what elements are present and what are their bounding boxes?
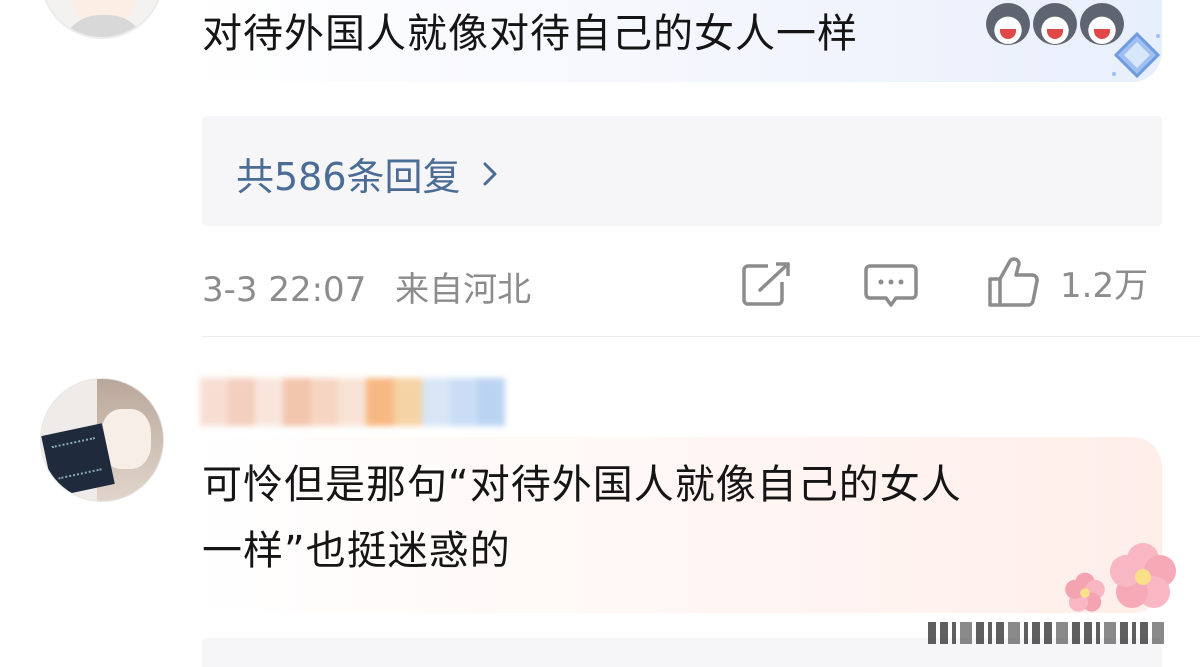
username-redacted[interactable] [200, 378, 506, 426]
commenter-avatar[interactable] [40, 378, 164, 502]
view-replies-label: 共586条回复 [236, 155, 461, 199]
comment-line: 一样”也挺迷惑的 [202, 528, 511, 574]
like-button[interactable]: 1.2万 [986, 252, 1166, 312]
like-count: 1.2万 [1060, 265, 1149, 306]
comment-divider [202, 336, 1200, 337]
comment-text: 可怜但是那句“对待外国人就像自己的女人 一样”也挺迷惑的 [202, 452, 1132, 584]
thumbs-up-icon [988, 257, 1039, 307]
husky-face-icon [1033, 3, 1077, 45]
replies-panel[interactable]: 共586条回复 [202, 116, 1162, 226]
emoji-row [986, 3, 1124, 45]
watermark-logo [928, 620, 1182, 646]
husky-face-icon [986, 3, 1030, 45]
commenter-avatar[interactable] [40, 0, 164, 39]
comment-icon[interactable] [862, 260, 920, 310]
share-icon[interactable] [738, 258, 796, 310]
view-replies-link[interactable]: 共586条回复 [236, 146, 501, 201]
comment-text: 对待外国人就像对待自己的女人一样 [202, 11, 858, 57]
weibo-comment-thread: 对待外国人就像对待自己的女人一样 共586条回复 3-3 22:07 来自河北 [0, 0, 1200, 667]
chevron-right-icon [483, 162, 497, 185]
comment-meta: 3-3 22:07 来自河北 [202, 262, 531, 311]
location-label: 来自河北 [395, 270, 532, 310]
comment-line: 可怜但是那句“对待外国人就像自己的女人 [202, 462, 962, 508]
diamond-badge-icon [1112, 31, 1161, 79]
flower-decoration-icon [1065, 543, 1176, 612]
timestamp: 3-3 22:07 [202, 270, 367, 310]
